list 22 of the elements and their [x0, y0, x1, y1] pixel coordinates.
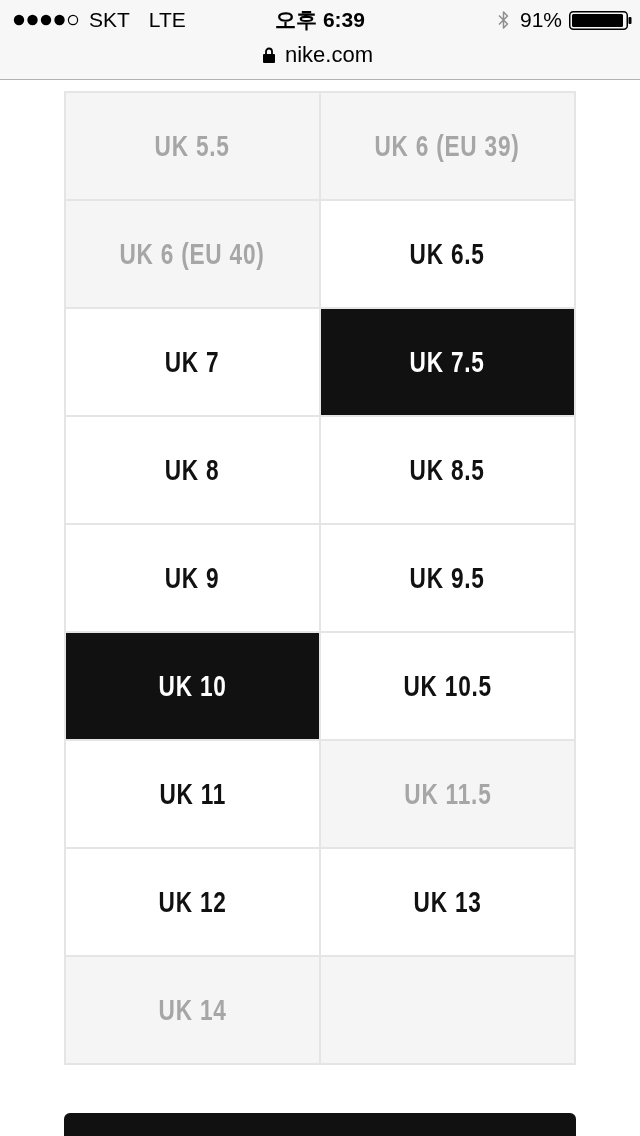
size-option[interactable]: UK 10 [66, 633, 319, 739]
network-type: LTE [148, 8, 186, 32]
size-option[interactable]: UK 7 [66, 309, 319, 415]
size-option[interactable]: UK 9.5 [321, 525, 574, 631]
size-option[interactable]: UK 12 [66, 849, 319, 955]
signal-dots-icon [13, 14, 79, 26]
bluetooth-icon [497, 10, 509, 30]
size-option[interactable]: UK 13 [321, 849, 574, 955]
lock-icon [262, 47, 275, 63]
clock-time: 오후 6:39 [275, 8, 365, 32]
size-option[interactable]: UK 8 [66, 417, 319, 523]
size-option[interactable]: UK 6.5 [321, 201, 574, 307]
size-option[interactable]: UK 8.5 [321, 417, 574, 523]
size-option[interactable]: UK 10.5 [321, 633, 574, 739]
page-url[interactable]: nike.com [284, 42, 373, 68]
battery-icon [569, 10, 632, 30]
size-option[interactable]: UK 7.5 [321, 309, 574, 415]
size-option[interactable]: UK 9 [66, 525, 319, 631]
battery-percent: 91% [519, 8, 562, 32]
size-option[interactable]: UK 11 [66, 741, 319, 847]
action-button[interactable] [64, 1113, 576, 1136]
carrier-name: SKT [89, 8, 130, 32]
